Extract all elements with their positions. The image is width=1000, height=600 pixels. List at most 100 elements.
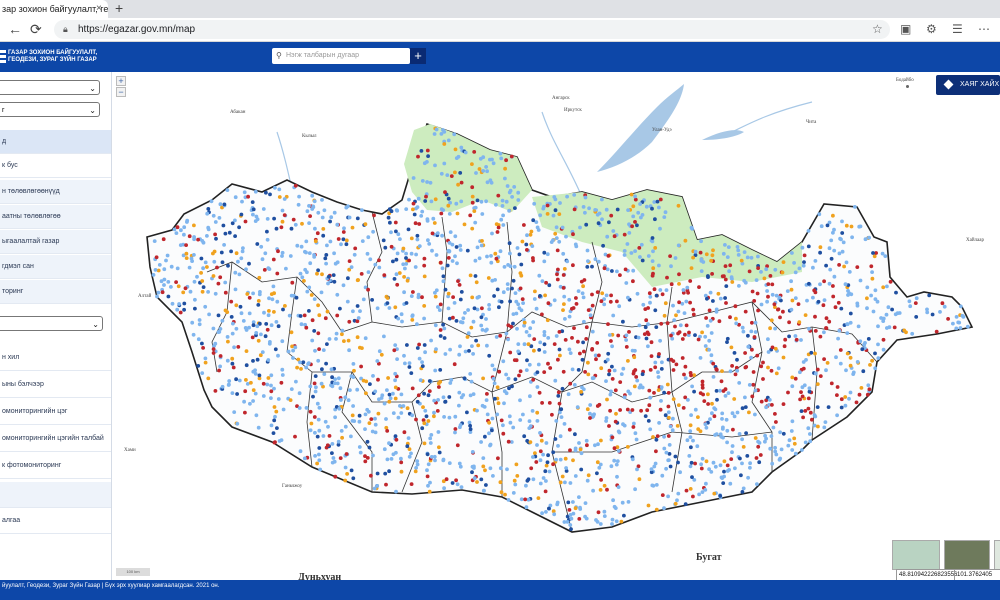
map-data-point[interactable] (723, 394, 728, 398)
map-data-point[interactable] (542, 330, 547, 334)
map-data-point[interactable] (346, 338, 351, 343)
map-data-point[interactable] (660, 360, 664, 365)
map-data-point[interactable] (839, 397, 844, 402)
map-data-point[interactable] (450, 259, 455, 263)
map-data-point[interactable] (732, 351, 737, 355)
map-data-point[interactable] (288, 254, 293, 258)
map-data-point[interactable] (487, 353, 492, 358)
map-data-point[interactable] (556, 444, 560, 448)
map-data-point[interactable] (954, 315, 959, 319)
map-data-point[interactable] (528, 440, 533, 444)
map-data-point[interactable] (363, 222, 368, 227)
map-data-point[interactable] (393, 305, 398, 310)
map-data-point[interactable] (280, 219, 285, 224)
map-data-point[interactable] (563, 338, 568, 342)
map-data-point[interactable] (386, 215, 391, 220)
map-data-point[interactable] (554, 225, 559, 230)
map-data-point[interactable] (199, 256, 204, 261)
map-data-point[interactable] (794, 337, 799, 342)
map-data-point[interactable] (600, 197, 604, 202)
map-data-point[interactable] (329, 367, 334, 372)
map-data-point[interactable] (263, 251, 268, 256)
map-data-point[interactable] (571, 458, 575, 463)
map-data-point[interactable] (771, 425, 776, 430)
map-data-point[interactable] (479, 315, 484, 320)
map-data-point[interactable] (724, 284, 729, 288)
map-data-point[interactable] (485, 343, 489, 348)
map-data-point[interactable] (373, 389, 378, 394)
map-data-point[interactable] (261, 207, 266, 211)
map-data-point[interactable] (546, 361, 550, 366)
map-data-point[interactable] (892, 325, 897, 330)
map-data-point[interactable] (712, 414, 717, 419)
map-data-point[interactable] (446, 196, 451, 201)
map-data-point[interactable] (422, 421, 427, 426)
map-data-point[interactable] (217, 216, 222, 220)
sync-icon[interactable]: ⚙ (926, 21, 937, 37)
back-button[interactable]: ← (8, 20, 22, 38)
map-data-point[interactable] (848, 363, 853, 368)
map-data-point[interactable] (586, 308, 591, 312)
map-data-point[interactable] (203, 360, 208, 365)
map-data-point[interactable] (451, 315, 455, 320)
map-data-point[interactable] (790, 298, 795, 303)
map-data-point[interactable] (267, 267, 272, 271)
map-data-point[interactable] (514, 358, 519, 363)
map-data-point[interactable] (385, 296, 390, 300)
map-data-point[interactable] (626, 295, 630, 300)
map-data-point[interactable] (700, 379, 705, 384)
map-data-point[interactable] (420, 179, 425, 183)
map-data-point[interactable] (838, 236, 842, 241)
map-data-point[interactable] (654, 437, 659, 442)
map-data-point[interactable] (542, 333, 547, 338)
map-data-point[interactable] (414, 466, 418, 470)
map-data-point[interactable] (633, 487, 637, 492)
map-data-point[interactable] (304, 406, 309, 410)
map-data-point[interactable] (313, 374, 318, 378)
map-data-point[interactable] (546, 453, 550, 458)
map-data-point[interactable] (813, 259, 818, 263)
map-data-point[interactable] (622, 232, 627, 237)
map-data-point[interactable] (336, 439, 341, 444)
map-data-point[interactable] (470, 470, 474, 475)
map-data-point[interactable] (583, 370, 587, 374)
map-data-point[interactable] (312, 381, 317, 386)
map-data-point[interactable] (392, 277, 397, 281)
map-data-point[interactable] (338, 306, 342, 311)
map-data-point[interactable] (725, 336, 730, 341)
map-data-point[interactable] (335, 260, 340, 265)
map-data-point[interactable] (225, 188, 230, 192)
map-data-point[interactable] (380, 393, 385, 398)
map-data-point[interactable] (258, 290, 262, 294)
map-data-point[interactable] (338, 386, 343, 391)
map-data-point[interactable] (610, 377, 615, 381)
map-data-point[interactable] (494, 256, 499, 261)
map-data-point[interactable] (213, 220, 218, 224)
map-data-point[interactable] (312, 415, 317, 419)
map-data-point[interactable] (470, 185, 475, 190)
map-data-point[interactable] (161, 237, 166, 242)
map-data-point[interactable] (658, 288, 663, 292)
map-data-point[interactable] (793, 451, 798, 456)
map-data-point[interactable] (556, 394, 561, 398)
map-data-point[interactable] (651, 483, 656, 488)
map-data-point[interactable] (519, 497, 524, 502)
map-data-point[interactable] (782, 344, 787, 349)
map-data-point[interactable] (302, 456, 307, 461)
map-data-point[interactable] (454, 319, 459, 323)
map-data-point[interactable] (853, 205, 857, 209)
map-data-point[interactable] (446, 138, 451, 143)
map-data-point[interactable] (339, 429, 344, 433)
map-data-point[interactable] (200, 341, 204, 346)
map-data-point[interactable] (226, 263, 230, 268)
map-data-point[interactable] (535, 370, 540, 375)
map-data-point[interactable] (506, 498, 511, 502)
map-data-point[interactable] (826, 405, 831, 409)
map-data-point[interactable] (422, 343, 427, 347)
map-data-point[interactable] (885, 284, 889, 289)
map-data-point[interactable] (304, 365, 309, 370)
map-data-point[interactable] (457, 403, 461, 408)
map-data-point[interactable] (317, 458, 322, 463)
map-data-point[interactable] (471, 352, 475, 356)
map-data-point[interactable] (469, 379, 474, 384)
